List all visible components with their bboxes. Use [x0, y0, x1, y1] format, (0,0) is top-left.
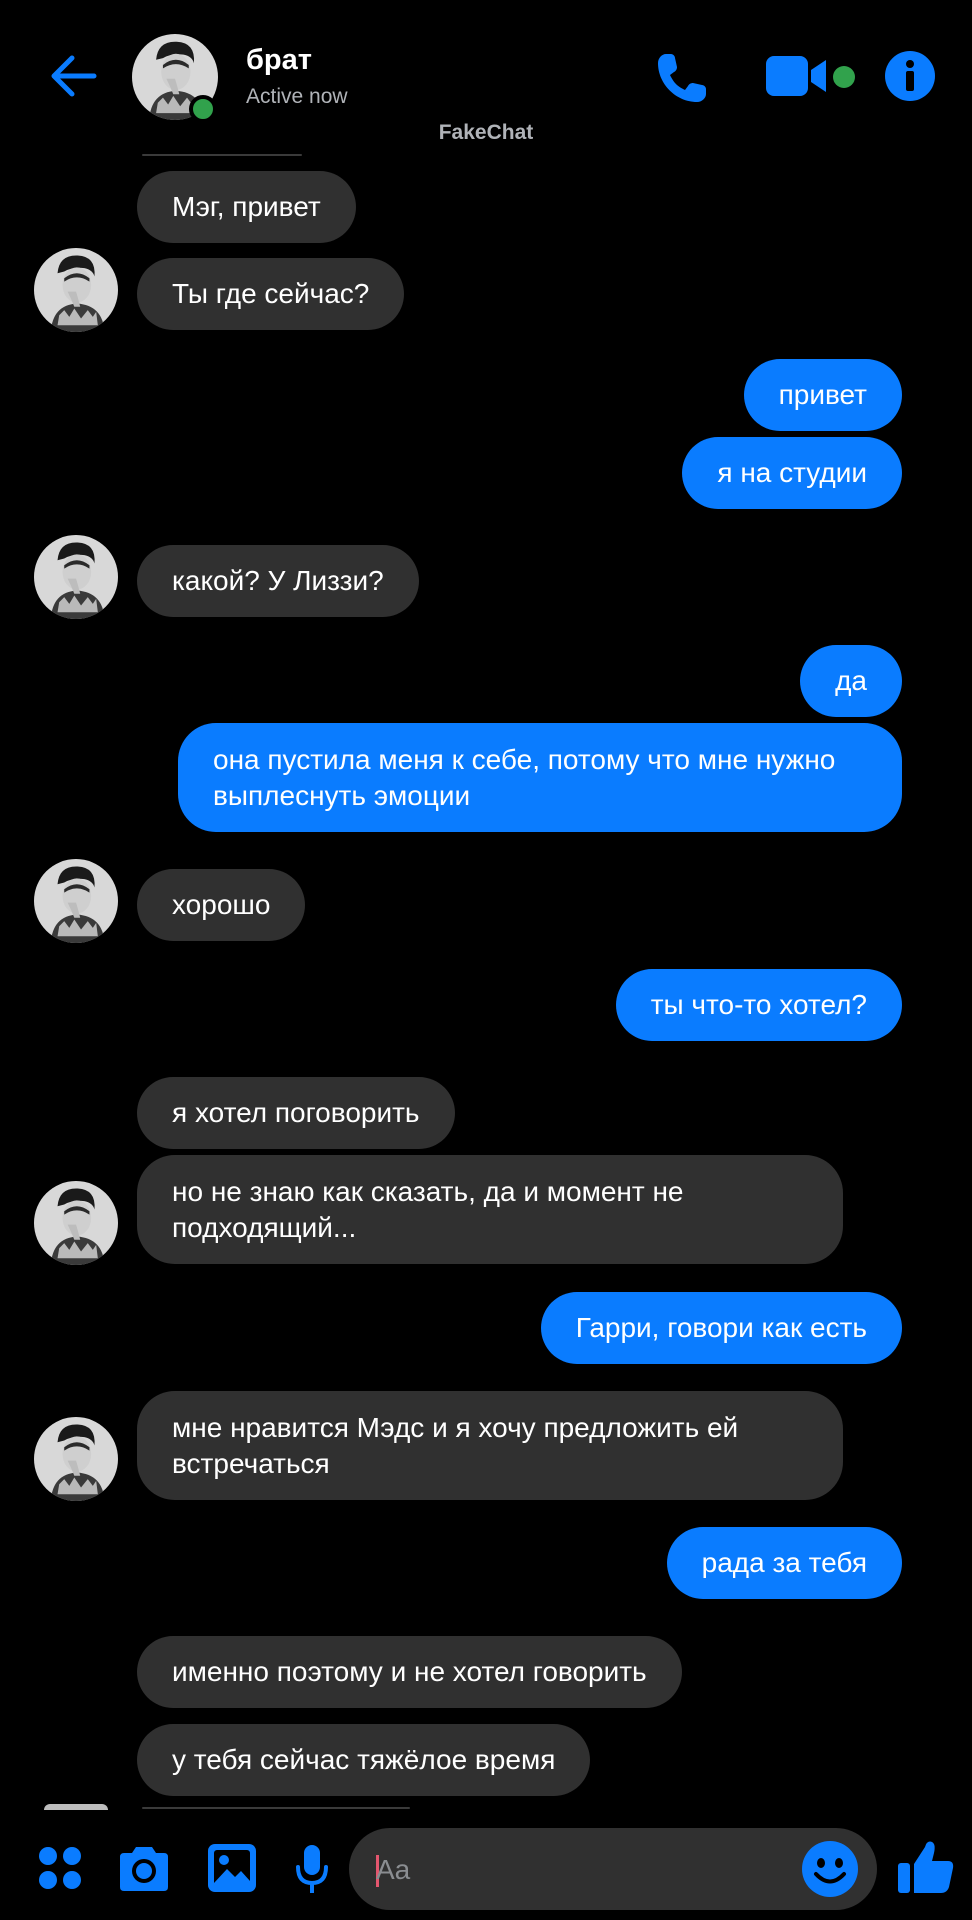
composer-bar: Aa: [0, 1815, 972, 1920]
message-bubble[interactable]: какой? У Лиззи?: [137, 545, 419, 617]
message-bubble[interactable]: я хотел поговорить: [137, 1077, 455, 1149]
sender-avatar: [34, 1181, 118, 1265]
message-bubble[interactable]: рада за тебя: [666, 1527, 902, 1599]
sender-avatar: [34, 535, 118, 619]
message-bubble[interactable]: но не знаю как сказать, да и момент не п…: [137, 1155, 843, 1264]
message-bubble[interactable]: я на студии: [682, 437, 902, 509]
contact-name[interactable]: брат: [246, 44, 312, 77]
video-camera-icon[interactable]: [764, 52, 830, 100]
gallery-icon[interactable]: [207, 1843, 257, 1893]
message-edge: [142, 154, 302, 156]
message-bubble[interactable]: привет: [743, 359, 902, 431]
message-bubble[interactable]: у тебя сейчас тяжёлое время: [137, 1724, 591, 1796]
back-arrow-icon[interactable]: [46, 48, 102, 104]
sender-avatar: [34, 859, 118, 943]
message-input-placeholder: Aa: [376, 1854, 411, 1885]
sender-avatar: [34, 248, 118, 332]
message-bubble[interactable]: Мэг, привет: [137, 171, 356, 243]
message-bubble[interactable]: Гарри, говори как есть: [540, 1292, 902, 1364]
partial-avatar-edge: [44, 1804, 108, 1810]
chat-header: брат Active now FakeChat: [0, 0, 972, 150]
message-bubble[interactable]: да: [800, 645, 902, 717]
thumbs-up-icon[interactable]: [896, 1837, 956, 1897]
info-icon[interactable]: [884, 50, 936, 102]
watermark: FakeChat: [438, 121, 534, 144]
microphone-icon[interactable]: [294, 1843, 330, 1895]
message-bubble[interactable]: Ты где сейчас?: [137, 258, 405, 330]
sender-avatar: [34, 1417, 118, 1501]
video-active-dot: [833, 66, 855, 88]
message-bubble[interactable]: мне нравится Мэдс и я хочу предложить ей…: [137, 1391, 843, 1500]
message-bubble[interactable]: хорошо: [137, 869, 306, 941]
message-edge: [142, 1807, 410, 1809]
apps-icon[interactable]: [36, 1844, 84, 1892]
phone-icon[interactable]: [652, 48, 712, 108]
message-input[interactable]: [349, 1828, 877, 1910]
emoji-icon[interactable]: [800, 1839, 860, 1899]
camera-icon[interactable]: [116, 1845, 172, 1893]
message-bubble[interactable]: она пустила меня к себе, потому что мне …: [178, 723, 902, 832]
message-bubble[interactable]: именно поэтому и не хотел говорить: [137, 1636, 682, 1708]
online-indicator: [189, 95, 217, 123]
message-bubble[interactable]: ты что-то хотел?: [615, 969, 902, 1041]
active-status: Active now: [246, 85, 348, 108]
